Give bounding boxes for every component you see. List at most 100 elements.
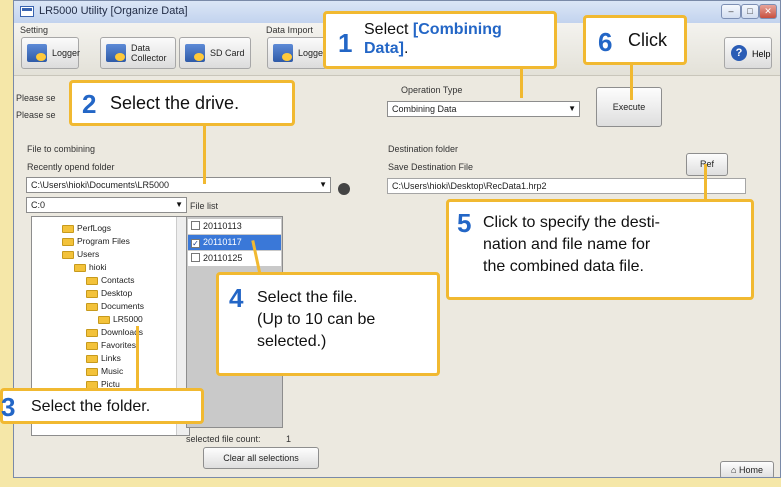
- help-icon: ?: [731, 45, 747, 61]
- close-button[interactable]: ✕: [759, 4, 777, 19]
- help-label: Help: [752, 49, 771, 59]
- execute-button[interactable]: Execute: [596, 87, 662, 127]
- callout-2-number: 2: [82, 89, 97, 119]
- logger-setting-button[interactable]: Logger: [21, 37, 81, 69]
- callout-5: 5 Click to specify the desti- nation and…: [446, 199, 754, 300]
- tree-item[interactable]: Music: [86, 366, 123, 376]
- checkbox[interactable]: [191, 221, 200, 230]
- chevron-down-icon: ▼: [175, 200, 183, 209]
- file-to-combining-label: File to combining: [27, 144, 96, 154]
- home-label: Home: [738, 465, 763, 475]
- help-button[interactable]: ? Help: [724, 37, 772, 69]
- file-list-label: File list: [190, 201, 219, 211]
- operation-type-select[interactable]: Combining Data ▼: [387, 101, 580, 117]
- destination-folder-label: Destination folder: [388, 144, 459, 154]
- setting-group-label: Setting: [20, 25, 49, 35]
- tree-item[interactable]: Users: [62, 249, 99, 259]
- drive-value: C:0: [31, 200, 46, 210]
- selected-count-value: 1: [286, 434, 292, 444]
- callout-1: 1 Select [Combining Data].: [323, 11, 557, 69]
- callout-6-number: 6: [598, 27, 613, 57]
- callout-3-text: Select the folder.: [31, 398, 151, 415]
- tree-item[interactable]: PerfLogs: [62, 223, 111, 233]
- logger-import-icon: [273, 44, 293, 62]
- folder-icon: [74, 263, 86, 272]
- maximize-button[interactable]: □: [741, 4, 759, 19]
- destination-path-field[interactable]: C:\Users\hioki\Desktop\RecData1.hrp2: [387, 178, 746, 194]
- folder-icon: [86, 276, 98, 285]
- folder-icon: [86, 289, 98, 298]
- tree-item-lr5000[interactable]: LR5000: [98, 314, 143, 324]
- app-icon: [20, 6, 34, 17]
- arrow-right-icon: [338, 183, 350, 195]
- folder-icon: [86, 367, 98, 376]
- folder-icon: [86, 354, 98, 363]
- tree-item[interactable]: Desktop: [86, 288, 132, 298]
- sd-card-button[interactable]: SD Card: [179, 37, 251, 69]
- callout-6-text: Click: [628, 30, 667, 50]
- callout-2-text: Select the drive.: [110, 93, 240, 113]
- sd-card-icon: [185, 44, 205, 62]
- folder-icon: [62, 237, 74, 246]
- folder-icon: [86, 302, 98, 311]
- sd-card-label: SD Card: [210, 48, 245, 58]
- tree-item[interactable]: Contacts: [86, 275, 135, 285]
- logger-icon: [27, 44, 47, 62]
- drive-select[interactable]: C:0 ▼: [26, 197, 187, 213]
- callout-2-pointer: [203, 124, 206, 184]
- recent-folder-value: C:\Users\hioki\Documents\LR5000: [31, 180, 170, 190]
- folder-icon: [62, 250, 74, 259]
- callout-3-pointer: [136, 326, 139, 392]
- file-row-selected[interactable]: ✓ 20110117: [188, 235, 281, 250]
- tree-item[interactable]: Downloads: [86, 327, 143, 337]
- callout-6: 6 Click: [583, 15, 687, 65]
- operation-type-label: Operation Type: [401, 85, 463, 95]
- save-destination-label: Save Destination File: [388, 162, 474, 172]
- please-select-text-2: Please se: [16, 110, 56, 120]
- home-button[interactable]: ⌂ Home: [720, 461, 774, 477]
- data-collector-label: Data Collector: [131, 43, 167, 63]
- chevron-down-icon: ▼: [319, 180, 327, 189]
- callout-5-text: Click to specify the desti- nation and f…: [483, 214, 660, 275]
- data-import-group-label: Data Import: [266, 25, 314, 35]
- checkbox-checked[interactable]: ✓: [191, 239, 200, 248]
- callout-1-text: Select [Combining Data].: [364, 21, 502, 57]
- callout-3-number: 3: [1, 392, 16, 422]
- data-collector-button[interactable]: Data Collector: [100, 37, 176, 69]
- tree-item[interactable]: hioki: [74, 262, 106, 272]
- folder-icon: [86, 341, 98, 350]
- clear-all-selections-button[interactable]: Clear all selections: [203, 447, 319, 469]
- home-icon: ⌂: [731, 465, 739, 475]
- tree-item[interactable]: Favorites: [86, 340, 136, 350]
- folder-icon: [98, 315, 110, 324]
- callout-5-number: 5: [457, 208, 472, 238]
- folder-icon: [62, 224, 74, 233]
- callout-2: 2 Select the drive.: [69, 80, 295, 126]
- callout-3: 3 Select the folder.: [0, 388, 204, 424]
- file-row[interactable]: 20110113: [188, 219, 281, 234]
- operation-type-value: Combining Data: [392, 104, 457, 114]
- ref-button[interactable]: Ref: [686, 153, 728, 176]
- minimize-button[interactable]: –: [721, 4, 741, 19]
- callout-4-text: Select the file. (Up to 10 can be select…: [257, 289, 376, 350]
- file-row[interactable]: 20110125: [188, 251, 281, 266]
- selected-count-label: selected file count:: [186, 434, 261, 444]
- folder-icon: [86, 328, 98, 337]
- please-select-text-1: Please se: [16, 93, 56, 103]
- tree-item[interactable]: Documents: [86, 301, 144, 311]
- callout-4: 4 Select the file. (Up to 10 can be sele…: [216, 272, 440, 376]
- recent-folder-select[interactable]: C:\Users\hioki\Documents\LR5000 ▼: [26, 177, 331, 193]
- checkbox[interactable]: [191, 253, 200, 262]
- recent-folder-label: Recently opend folder: [27, 162, 115, 172]
- tree-item[interactable]: Program Files: [62, 236, 130, 246]
- logger-import-label: Logger: [298, 48, 327, 58]
- chevron-down-icon: ▼: [568, 104, 576, 113]
- callout-4-number: 4: [229, 283, 244, 313]
- callout-1-pointer: [520, 64, 523, 98]
- data-collector-icon: [106, 44, 126, 62]
- window-title: LR5000 Utility [Organize Data]: [39, 5, 188, 17]
- logger-import-button[interactable]: Logger: [267, 37, 327, 69]
- logger-setting-label: Logger: [52, 48, 81, 58]
- tree-item[interactable]: Links: [86, 353, 121, 363]
- callout-1-number: 1: [338, 28, 353, 58]
